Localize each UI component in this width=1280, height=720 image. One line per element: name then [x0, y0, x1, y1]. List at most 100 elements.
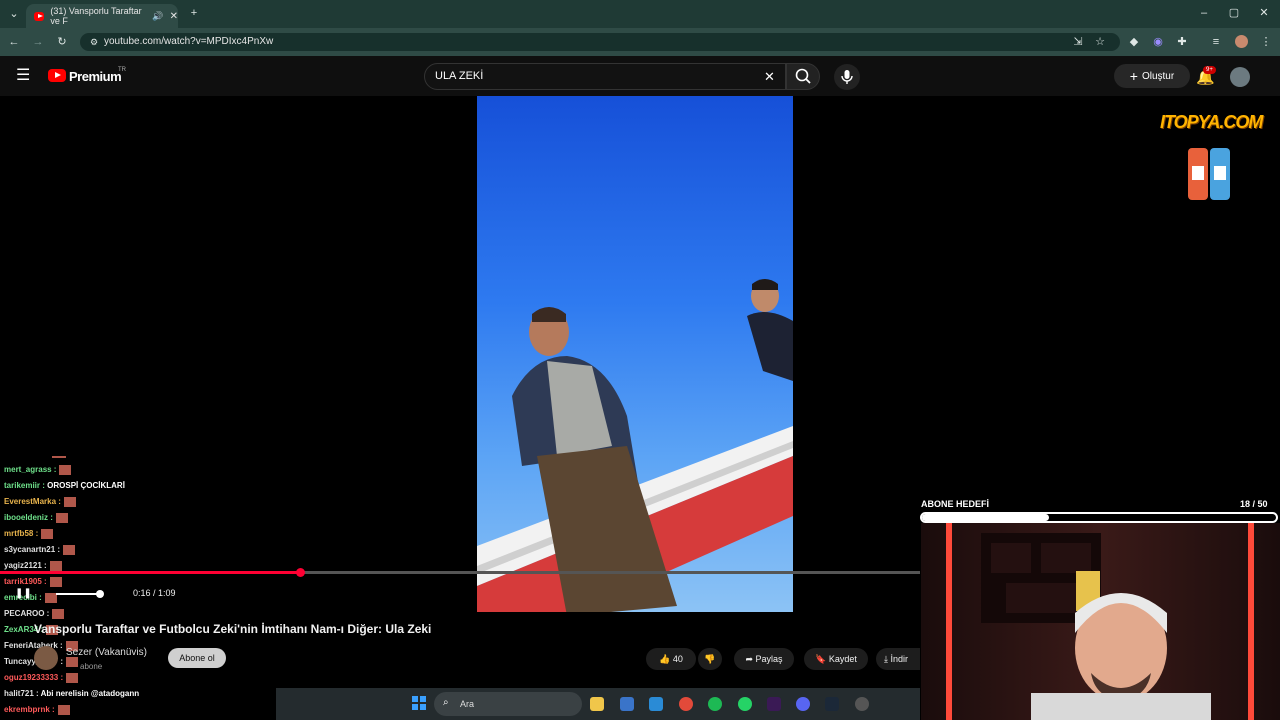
taskbar-search-icon: ⌕ [443, 697, 449, 708]
chat-message: mert_agrass : [4, 465, 72, 475]
outlook-icon[interactable] [649, 697, 663, 711]
chat-username: EverestMarka : [4, 497, 61, 507]
notification-badge: 9+ [1203, 66, 1216, 74]
browser-menu-icon[interactable]: ⋮ [1258, 35, 1274, 49]
media-controls-icon[interactable]: ≡ [1208, 35, 1224, 49]
back-icon[interactable]: ← [6, 35, 22, 49]
video-scene [477, 279, 793, 612]
chat-username: ekrembprnk : [4, 705, 55, 715]
youtube-logo-icon[interactable] [48, 69, 66, 82]
chat-username: yagiz2121 : [4, 561, 47, 571]
taskbar-search[interactable]: Ara [434, 692, 582, 716]
subscribe-button[interactable]: Abone ol [168, 648, 226, 668]
settings-app-icon[interactable] [855, 697, 869, 711]
chat-username: PECAROO : [4, 609, 50, 619]
chat-username: ibooeldeniz : [4, 513, 53, 523]
account-avatar[interactable] [1230, 67, 1250, 87]
sponsor-cans-image [1186, 146, 1234, 202]
maximize-icon[interactable]: ▢ [1226, 6, 1242, 20]
time-display: 0:16 / 1:09 [133, 588, 176, 598]
chat-emote [41, 529, 54, 539]
goal-progress-bar [920, 512, 1278, 523]
chat-message: s3ycanartn21 : [4, 545, 76, 555]
extension-2-icon[interactable]: ◉ [1150, 35, 1166, 49]
share-button[interactable]: ➦ Paylaş [734, 648, 794, 670]
search-input[interactable]: ULA ZEKİ [424, 63, 786, 90]
chat-username: tarikemiir : [4, 481, 45, 490]
chat-message: ibooeldeniz : [4, 513, 68, 523]
minimize-icon[interactable]: – [1196, 6, 1212, 20]
steam-icon[interactable] [825, 697, 839, 711]
chat-message: mrtfb58 : [4, 529, 54, 539]
progress-scrubber-handle[interactable] [295, 568, 305, 577]
like-button[interactable]: 👍 40 [646, 648, 696, 670]
chat-message: ekrembprnk : [4, 705, 70, 715]
channel-avatar[interactable] [34, 646, 58, 670]
browser-tab-active[interactable]: (31) Vansporlu Taraftar ve F 🔊 ✕ [26, 4, 178, 28]
chat-message: EverestMarka : [4, 497, 76, 507]
youtube-premium-text[interactable]: Premium [69, 69, 122, 84]
file-explorer-icon[interactable] [590, 697, 604, 711]
volume-slider-handle[interactable] [96, 590, 104, 598]
download-button[interactable]: ⤓ İndir [876, 648, 920, 670]
search-input-value: ULA ZEKİ [435, 70, 484, 82]
chat-emote-fragment [52, 456, 66, 458]
spotify-icon[interactable] [708, 697, 722, 711]
chrome-icon[interactable] [679, 697, 693, 711]
chat-emote [63, 545, 76, 555]
create-button[interactable]: + Oluştur [1114, 64, 1190, 88]
save-label: Kaydet [828, 654, 857, 664]
bookmark-star-icon[interactable]: ☆ [1092, 35, 1108, 49]
site-info-icon[interactable]: ⚙ [86, 35, 102, 49]
hamburger-menu-icon[interactable]: ☰ [16, 68, 30, 84]
chat-emote [49, 561, 62, 571]
goal-label: ABONE HEDEFİ [921, 499, 990, 509]
voice-search-button[interactable] [834, 64, 860, 90]
windows-start-icon[interactable] [412, 696, 426, 710]
create-label: Oluştur [1141, 71, 1175, 82]
discord-icon[interactable] [796, 697, 810, 711]
youtube-favicon-icon [34, 11, 45, 21]
reload-icon[interactable]: ↻ [54, 35, 70, 49]
chat-message: tarikemiir : OROSPİ ÇOCİKLARİ [4, 481, 125, 490]
dislike-button[interactable]: 👎 [698, 648, 722, 670]
chat-message: oguz19233333 : [4, 673, 79, 683]
download-icon: ⤓ [884, 654, 888, 664]
volume-slider[interactable] [56, 593, 100, 595]
profile-avatar-icon[interactable] [1235, 35, 1248, 48]
channel-name[interactable]: Sezer (Vakanüvis) [66, 647, 147, 658]
sponsor-logo-text: ITOPYA.COM [1160, 112, 1263, 132]
chat-emote [52, 609, 65, 619]
taskbar-search-label: Ara [460, 699, 475, 709]
pause-icon[interactable]: ❚❚ [15, 588, 32, 599]
chat-emote [59, 465, 72, 475]
tab-search-icon[interactable]: ⌄ [6, 7, 22, 21]
video-frame[interactable] [477, 96, 793, 612]
install-icon[interactable]: ⇲ [1070, 35, 1086, 49]
microphone-icon [841, 70, 853, 84]
clear-search-icon[interactable]: ✕ [764, 69, 775, 85]
extension-1-icon[interactable]: ◆ [1126, 35, 1142, 49]
speaker-icon[interactable]: 🔊 [152, 11, 163, 22]
tab-close-icon[interactable]: ✕ [170, 11, 178, 22]
extensions-puzzle-icon[interactable]: ✚ [1174, 35, 1190, 49]
chat-emote [44, 593, 57, 603]
forward-icon[interactable]: → [30, 35, 46, 49]
goal-progress-fill [922, 514, 1050, 521]
url-field[interactable]: youtube.com/watch?v=MPDIxc4PnXw [80, 33, 1120, 51]
search-button[interactable] [786, 63, 820, 90]
next-app-icon[interactable] [767, 697, 781, 711]
chat-username: oguz19233333 : [4, 673, 64, 683]
plus-icon: + [1129, 68, 1138, 84]
chat-message: halit721 : Abi nerelisin @atadogann [4, 689, 139, 698]
new-tab-icon[interactable]: + [186, 6, 202, 20]
chat-username: tarrik1905 : [4, 577, 47, 587]
save-button[interactable]: 🔖 Kaydet [804, 648, 868, 670]
chat-username: mrtfb58 : [4, 529, 39, 539]
video-progress-bar[interactable] [0, 571, 920, 574]
window-close-icon[interactable]: ✕ [1256, 6, 1272, 20]
store-icon[interactable] [620, 697, 634, 711]
video-title: Vansporlu Taraftar ve Futbolcu Zeki'nin … [34, 622, 432, 636]
whatsapp-icon[interactable] [738, 697, 752, 711]
region-code: TR [118, 67, 126, 73]
